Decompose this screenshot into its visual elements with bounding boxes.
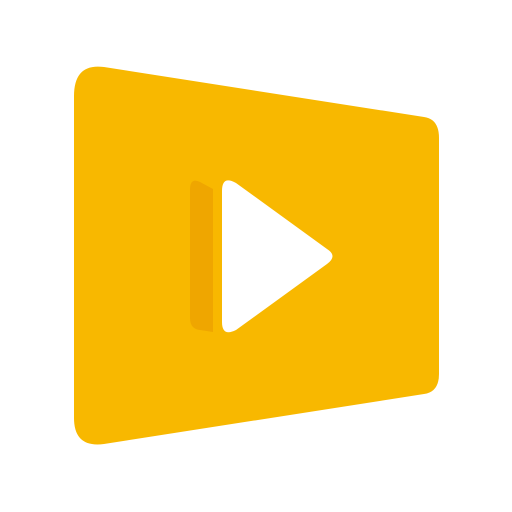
play-shadow — [190, 180, 213, 332]
app-icon-canvas — [0, 0, 512, 512]
video-player-icon — [74, 66, 439, 445]
